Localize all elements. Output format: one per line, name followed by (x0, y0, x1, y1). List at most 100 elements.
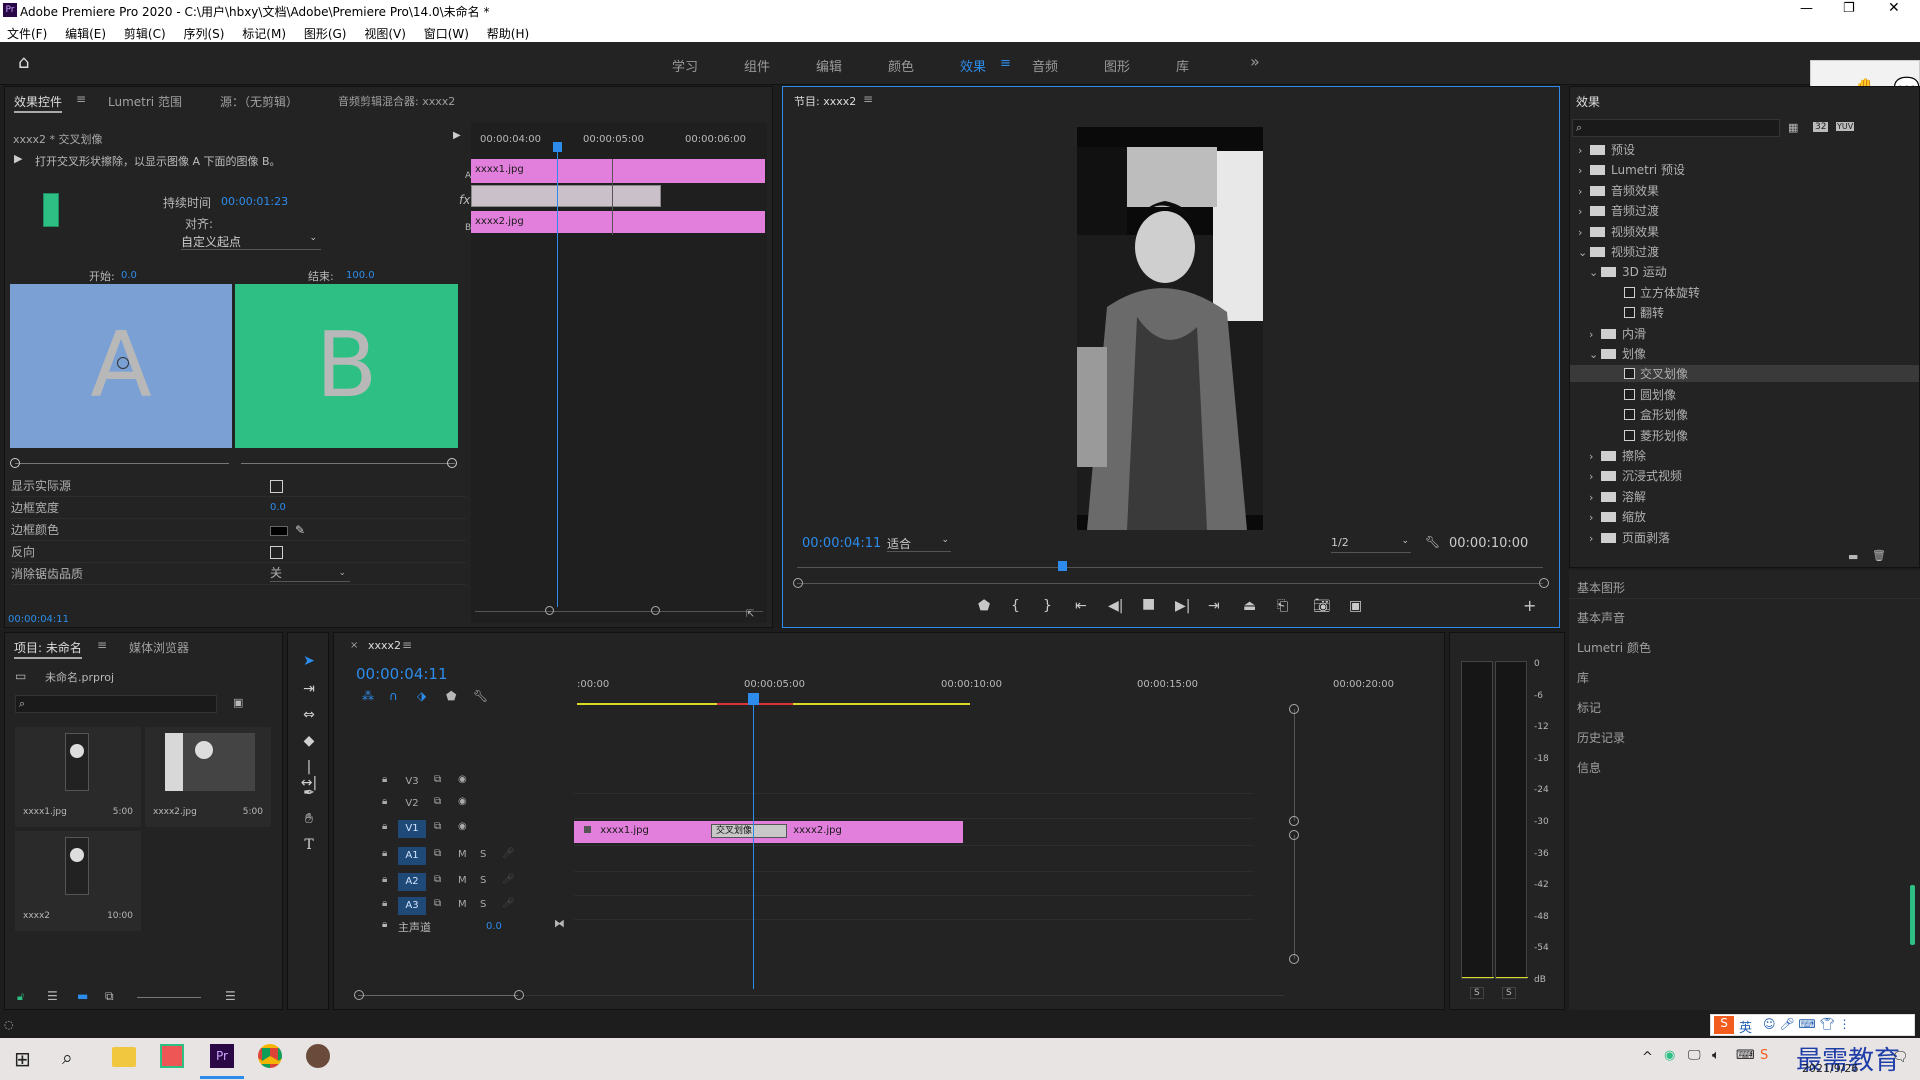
project-item[interactable]: xxxx2.jpg 5:00 (145, 727, 271, 827)
center-handle-icon[interactable] (117, 357, 129, 369)
timeline-playhead[interactable] (753, 705, 754, 989)
workspace-libraries[interactable]: 库 (1176, 56, 1189, 75)
menu-graphics[interactable]: 图形(G) (304, 27, 347, 41)
lock-icon[interactable]: 🔒︎ (382, 848, 387, 859)
zoom-handle[interactable] (1539, 578, 1549, 588)
tab-audio-clip-mixer[interactable]: 音频剪辑混合器: xxxx2 (338, 93, 455, 109)
eye-icon[interactable]: ◉ (458, 821, 467, 832)
timeline-playhead-handle[interactable] (748, 693, 759, 705)
tab-media-browser[interactable]: 媒体浏览器 (129, 639, 189, 656)
close-tab-icon[interactable]: × (350, 640, 358, 651)
type-tool-icon[interactable]: T (300, 837, 318, 855)
project-search-input[interactable]: ⌕ (15, 695, 217, 713)
side-panel-libraries[interactable]: 库 (1577, 669, 1589, 686)
chevron-right-icon[interactable]: › (1589, 491, 1601, 504)
expand-arrow-icon[interactable]: ▶ (453, 130, 461, 141)
mute-button[interactable]: M (458, 849, 467, 860)
chevron-right-icon[interactable]: › (1589, 532, 1601, 545)
razor-tool-icon[interactable]: ◆ (300, 733, 318, 751)
effects-tree-item[interactable]: › 擦除 (1589, 447, 1919, 464)
sync-lock-icon[interactable]: ⧉ (434, 874, 441, 885)
effects-tree-item[interactable]: ⌄ 划像 (1589, 345, 1919, 362)
microphone-icon[interactable]: 🎤︎ (502, 874, 515, 885)
chevron-down-icon[interactable]: ⌄ (1589, 266, 1601, 279)
workspace-assembly[interactable]: 组件 (744, 56, 770, 75)
sequence-tab[interactable]: xxxx2 (368, 639, 401, 652)
track-target-button[interactable]: V1 (398, 820, 426, 838)
chevron-right-icon[interactable]: › (1578, 164, 1590, 177)
effects-tree-item[interactable]: › 预设 (1578, 141, 1919, 158)
chevron-right-icon[interactable]: › (1578, 185, 1590, 198)
lock-icon[interactable]: 🔒︎ (382, 796, 387, 807)
effects-tree-item[interactable]: ⌄ 视频过渡 (1578, 243, 1919, 260)
program-current-timecode[interactable]: 00:00:04:11 (802, 536, 881, 551)
vertical-scrollbar-video[interactable] (1294, 709, 1295, 821)
scroll-handle[interactable] (1289, 704, 1299, 714)
export-icon[interactable]: ⇱ (746, 609, 754, 620)
lock-icon[interactable]: 🔒︎ (382, 898, 387, 909)
scroll-handle[interactable] (1289, 954, 1299, 964)
badge-32[interactable]: 32 (1813, 122, 1829, 132)
chrome-icon[interactable] (258, 1044, 282, 1068)
transition-block[interactable]: 交叉划像 (711, 824, 787, 838)
chevron-down-icon[interactable]: ⌄ (1589, 348, 1601, 361)
linked-selection-icon[interactable]: ⬗ (417, 689, 426, 703)
microphone-icon[interactable]: 🎤︎ (502, 848, 515, 859)
side-panel-info[interactable]: 信息 (1577, 759, 1601, 776)
track-target-button[interactable]: A1 (398, 847, 426, 865)
quality-dropdown[interactable]: 1/2 ⌄ (1331, 536, 1411, 553)
effects-tree-item[interactable]: › Lumetri 预设 (1578, 161, 1919, 178)
scroll-handle[interactable] (1289, 816, 1299, 826)
end-slider-handle[interactable] (447, 458, 457, 468)
go-to-in-icon[interactable]: ⇤ (1075, 598, 1087, 614)
menu-view[interactable]: 视图(V) (364, 27, 406, 41)
tab-lumetri-scopes[interactable]: Lumetri 范围 (108, 93, 182, 110)
mini-playhead-handle[interactable] (553, 142, 562, 152)
master-value[interactable]: 0.0 (486, 921, 502, 932)
sync-lock-icon[interactable]: ⧉ (434, 796, 441, 807)
master-audio-icon[interactable]: ⧓ (554, 917, 565, 930)
tab-source[interactable]: 源：（无剪辑） (220, 93, 298, 110)
workspace-more-button[interactable]: » (1250, 52, 1260, 71)
tray-chevron-icon[interactable]: ^ (1642, 1050, 1653, 1065)
effects-tree-item[interactable]: › 音频效果 (1578, 182, 1919, 199)
effects-tree-item[interactable]: › 缩放 (1589, 508, 1919, 525)
stop-icon[interactable]: ■ (1142, 596, 1155, 612)
effects-tree-item[interactable]: › 溶解 (1589, 488, 1919, 505)
badge-yuv[interactable]: YUV (1836, 122, 1855, 131)
horizontal-zoom-bar[interactable] (358, 995, 518, 996)
effects-tree-item[interactable]: 立方体旋转 (1600, 284, 1919, 301)
fit-dropdown[interactable]: 适合 ⌄ (887, 535, 951, 552)
menu-file[interactable]: 文件(F) (7, 27, 47, 41)
workspace-audio[interactable]: 音频 (1032, 56, 1058, 75)
mini-zoom-handle[interactable] (545, 606, 554, 615)
nest-icon[interactable]: ⁂ (362, 689, 374, 703)
ripple-edit-tool-icon[interactable]: ⇔ (300, 707, 318, 725)
mini-zoom-handle[interactable] (651, 606, 660, 615)
timeline-timecode[interactable]: 00:00:04:11 (356, 665, 448, 683)
master-lock-icon[interactable]: 🔒︎ (382, 919, 387, 930)
icon-view-icon[interactable]: ▬ (77, 989, 88, 1003)
menu-edit[interactable]: 编辑(E) (65, 27, 106, 41)
snap-icon[interactable]: ∩ (389, 689, 398, 703)
lock-icon[interactable]: 🔒︎ (382, 774, 387, 785)
effects-tree-item[interactable]: › 沉浸式视频 (1589, 467, 1919, 484)
button-editor-add[interactable]: + (1523, 596, 1536, 615)
eye-icon[interactable]: ◉ (458, 774, 467, 785)
solo-button[interactable]: S (480, 849, 486, 860)
solo-right-button[interactable]: S (1502, 987, 1516, 999)
effects-tree-item[interactable]: › 页面剥落 (1589, 529, 1919, 546)
tray-sogou-icon[interactable]: S (1760, 1048, 1768, 1063)
menu-sequence[interactable]: 序列(S) (183, 27, 224, 41)
menu-marker[interactable]: 标记(M) (242, 27, 286, 41)
panel-menu-icon[interactable]: ≡ (76, 92, 86, 106)
export-frame-icon[interactable]: 📷︎ (1313, 598, 1331, 614)
sync-lock-icon[interactable]: ⧉ (434, 774, 441, 785)
mini-clip-a[interactable]: xxxx1.jpg (471, 159, 765, 183)
timeline-settings-icon[interactable]: 🔧︎ (473, 689, 488, 703)
play-icon[interactable]: ▶| (1175, 598, 1190, 614)
lock-icon[interactable]: 🔒︎ (382, 821, 387, 832)
mini-zoom-bar[interactable] (475, 611, 763, 612)
microphone-icon[interactable]: 🎤︎ (502, 898, 515, 909)
tray-wechat-icon[interactable]: ◉ (1664, 1048, 1675, 1063)
